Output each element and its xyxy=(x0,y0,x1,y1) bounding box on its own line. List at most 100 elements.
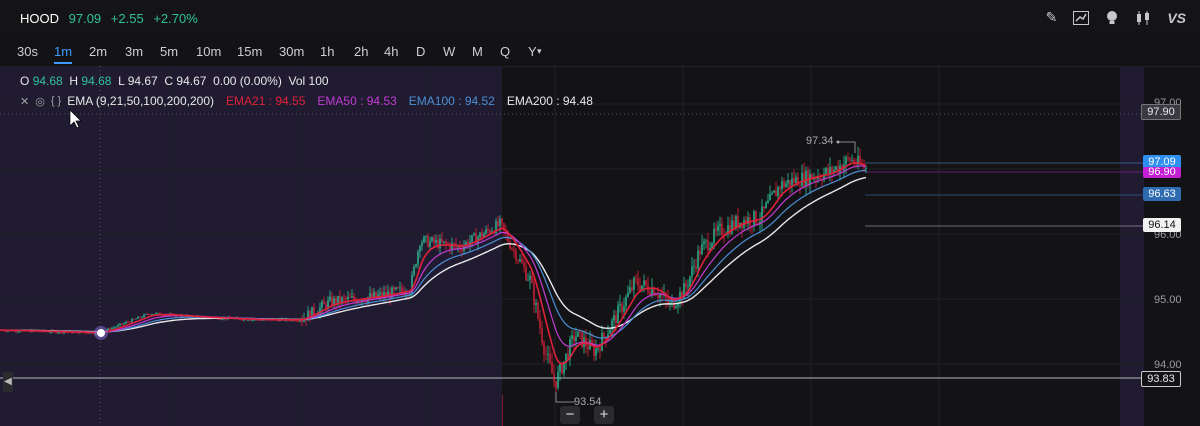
candle-body xyxy=(675,306,677,309)
zoom-out-button[interactable]: − xyxy=(560,406,580,424)
candle-body xyxy=(113,327,115,329)
price-chart[interactable] xyxy=(0,66,1200,426)
settings-icon[interactable]: ◎ xyxy=(35,95,45,108)
chevron-down-icon[interactable]: ▾ xyxy=(537,46,542,57)
interval-m[interactable]: M xyxy=(472,44,483,59)
candle-body xyxy=(339,295,341,304)
candle-body xyxy=(521,259,523,263)
interval-2m[interactable]: 2m xyxy=(89,44,107,59)
interval-2h[interactable]: 2h xyxy=(354,44,368,59)
candle-body xyxy=(499,218,501,226)
candle-body xyxy=(599,348,601,351)
interval-10m[interactable]: 10m xyxy=(196,44,221,59)
lightbulb-icon[interactable] xyxy=(1105,10,1119,26)
candle-body xyxy=(627,292,629,297)
chart-line-icon[interactable] xyxy=(1073,10,1090,25)
candle-body xyxy=(615,315,617,324)
candle-body xyxy=(783,181,785,188)
candle-body xyxy=(667,298,669,304)
ticker-change: +2.55 xyxy=(110,11,144,26)
interval-4h[interactable]: 4h xyxy=(384,44,398,59)
candle-body xyxy=(561,363,563,374)
candle-body xyxy=(365,301,367,303)
candle-body xyxy=(349,296,351,298)
interval-w[interactable]: W xyxy=(443,44,455,59)
chart-canvas[interactable] xyxy=(0,66,1200,426)
candle-body xyxy=(513,249,515,251)
code-braces-icon[interactable]: { } xyxy=(51,95,61,107)
interval-1m[interactable]: 1m xyxy=(54,44,72,59)
candle-body xyxy=(397,287,399,289)
candle-body xyxy=(149,314,151,316)
candle-body xyxy=(247,320,249,322)
candle-body xyxy=(489,230,491,234)
candle-body xyxy=(639,285,641,291)
candle-body xyxy=(413,266,415,275)
close-icon[interactable]: ✕ xyxy=(20,95,29,108)
interval-d[interactable]: D xyxy=(416,44,425,59)
candle-body xyxy=(609,329,611,335)
low-value: 94.67 xyxy=(127,74,158,88)
candle-body xyxy=(549,353,551,363)
indicator-name[interactable]: EMA (9,21,50,100,200,200) xyxy=(67,94,214,108)
candle-body xyxy=(439,238,441,249)
candle-body xyxy=(697,250,699,269)
zoom-in-button[interactable]: + xyxy=(594,406,614,424)
candle-body xyxy=(705,240,707,242)
interval-q[interactable]: Q xyxy=(500,44,510,59)
candle-body xyxy=(801,172,803,187)
candle-body xyxy=(427,235,429,247)
pencil-icon[interactable]: ✎ xyxy=(1046,9,1058,26)
candle-body xyxy=(771,192,773,194)
candle-body xyxy=(393,287,395,290)
ema21-price-label: 96.90 xyxy=(1143,167,1181,178)
scroll-left-icon[interactable]: ◀ xyxy=(3,372,13,392)
candle-body xyxy=(123,323,125,325)
candle-body xyxy=(377,294,379,297)
candle-body xyxy=(715,228,717,231)
interval-5m[interactable]: 5m xyxy=(160,44,178,59)
candle-body xyxy=(431,237,433,242)
low-label: L xyxy=(118,74,125,88)
candle-body xyxy=(301,320,303,322)
candle-body xyxy=(419,246,421,252)
axis-tick-94: 94.00 xyxy=(1154,359,1182,371)
candle-body xyxy=(765,202,767,209)
candle-body xyxy=(471,235,473,242)
candlestick-icon[interactable] xyxy=(1135,10,1151,26)
candle-body xyxy=(127,322,129,323)
vs-button[interactable]: VS xyxy=(1167,10,1186,26)
candle-body xyxy=(423,236,425,243)
candle-body xyxy=(155,313,157,315)
candle-body xyxy=(399,287,401,289)
ema200-value: EMA200 : 94.48 xyxy=(506,94,593,108)
candle-body xyxy=(659,294,661,298)
candle-body xyxy=(249,320,251,322)
ticker-symbol[interactable]: HOOD xyxy=(20,11,59,26)
interval-30s[interactable]: 30s xyxy=(17,44,38,59)
candle-body xyxy=(331,296,333,306)
interval-y[interactable]: Y xyxy=(528,44,537,59)
candle-body xyxy=(571,335,573,340)
candle-body xyxy=(425,235,427,237)
candle-body xyxy=(825,168,827,174)
interval-bar: 30s 1m 2m 3m 5m 10m 15m 30m 1h 2h 4h D W M Q Y ▾ xyxy=(0,40,1200,67)
candle-body xyxy=(139,316,141,318)
candle-body xyxy=(565,353,567,362)
indicator-legend: ✕ ◎ { } EMA (9,21,50,100,200,200) EMA21 … xyxy=(20,94,593,108)
interval-1h[interactable]: 1h xyxy=(320,44,334,59)
interval-3m[interactable]: 3m xyxy=(125,44,143,59)
candle-body xyxy=(527,279,529,281)
candle-body xyxy=(539,318,541,329)
candle-body xyxy=(573,335,575,342)
candle-body xyxy=(613,315,615,321)
candle-body xyxy=(137,316,139,319)
candle-body xyxy=(763,206,765,209)
candle-body xyxy=(791,178,793,186)
candle-body xyxy=(851,160,853,161)
candle-body xyxy=(479,232,481,238)
candle-body xyxy=(807,170,809,186)
interval-30m[interactable]: 30m xyxy=(279,44,304,59)
top-bar: HOOD 97.09 +2.55 +2.70% ✎ VS xyxy=(0,0,1200,36)
interval-15m[interactable]: 15m xyxy=(237,44,262,59)
